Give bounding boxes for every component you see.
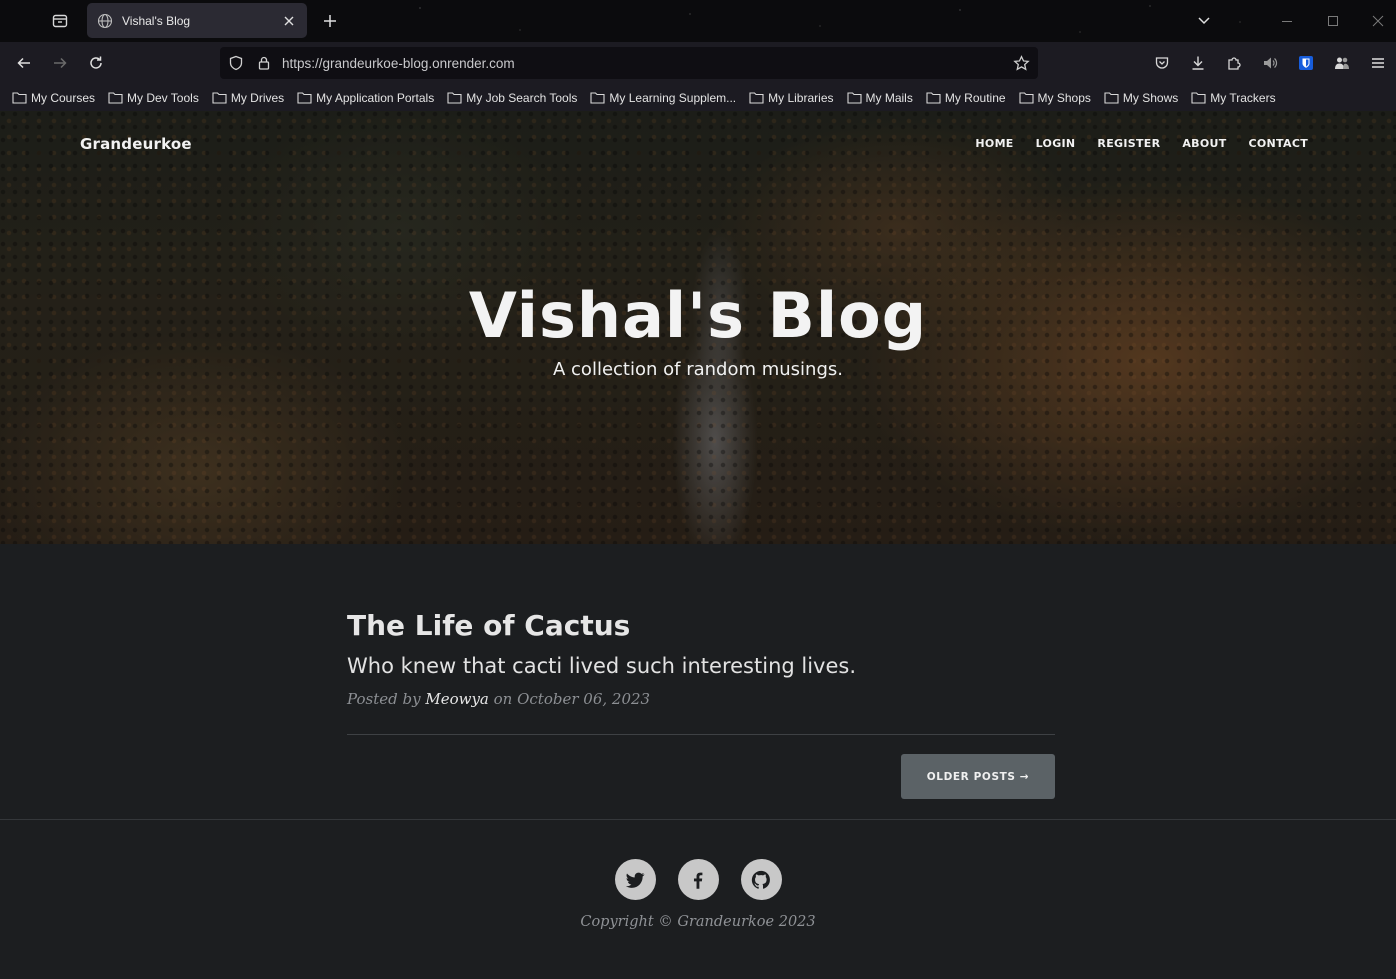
bookmark-label: My Learning Supplem... (609, 90, 737, 105)
bookmarks-bar: My Courses My Dev Tools My Drives My Applic… (0, 84, 1396, 111)
browser-toolbar: https://grandeurkoe-blog.onrender.com (0, 42, 1396, 84)
folder-icon (447, 92, 462, 104)
browser-tab-bar: Vishal's Blog (0, 0, 1396, 42)
github-icon[interactable] (740, 859, 782, 900)
bookmark-folder[interactable]: My Learning Supplem... (590, 91, 736, 105)
bookmark-folder[interactable]: My Courses (12, 91, 95, 105)
site-brand-link[interactable]: Grandeurkoe (80, 135, 192, 153)
older-posts-button[interactable]: OLDER POSTS → (901, 754, 1055, 799)
menu-icon[interactable] (1368, 53, 1388, 73)
bookmark-folder[interactable]: My Libraries (749, 90, 834, 105)
forward-icon[interactable] (50, 53, 70, 73)
back-icon[interactable] (14, 53, 34, 73)
nav-login[interactable]: LOGIN (1036, 137, 1076, 150)
window-close-icon[interactable] (1368, 11, 1388, 31)
post-meta: Posted by Meowya on October 06, 2023 (347, 690, 1055, 708)
new-tab-icon[interactable] (320, 11, 340, 31)
url-bar[interactable]: https://grandeurkoe-blog.onrender.com (220, 47, 1038, 79)
post-preview[interactable]: The Life of Cactus Who knew that cacti l… (347, 609, 1055, 708)
site-nav: HOME LOGIN REGISTER ABOUT CONTACT (953, 137, 1308, 150)
footer-copyright: Copyright © Grandeurkoe 2023 (580, 914, 816, 930)
post-subtitle[interactable]: Who knew that cacti lived such interesti… (347, 654, 1055, 678)
post-author-link[interactable]: Meowya (425, 690, 489, 708)
bookmark-folder[interactable]: My Routine (926, 91, 1006, 105)
star-icon[interactable] (1013, 55, 1030, 76)
hero-header: Grandeurkoe HOME LOGIN REGISTER ABOUT CO… (0, 111, 1396, 544)
folder-icon (846, 92, 862, 104)
bookmark-label: My Shows (1122, 90, 1179, 105)
nav-contact[interactable]: CONTACT (1249, 137, 1308, 150)
post-title[interactable]: The Life of Cactus (347, 609, 1055, 642)
bookmark-folder[interactable]: My Trackers (1191, 90, 1276, 105)
folder-icon (749, 92, 764, 104)
minimize-icon[interactable] (1277, 11, 1297, 31)
bookmark-label: My Trackers (1210, 90, 1276, 105)
bitwarden-icon[interactable] (1296, 53, 1316, 73)
folder-icon (108, 92, 123, 104)
bookmark-folder[interactable]: My Mails (846, 90, 913, 105)
hero-title: Vishal's Blog (468, 279, 928, 352)
social-links (0, 859, 1396, 900)
folder-icon (926, 92, 941, 104)
bookmark-label: My Routine (944, 90, 1006, 105)
globe-icon (97, 13, 113, 29)
tab-list-icon[interactable] (1194, 11, 1214, 31)
page-content: Grandeurkoe HOME LOGIN REGISTER ABOUT CO… (0, 111, 1396, 979)
bookmark-folder[interactable]: My Job Search Tools (447, 91, 577, 105)
footer-divider (0, 819, 1396, 820)
nav-about[interactable]: ABOUT (1182, 137, 1226, 150)
tab-overview-icon[interactable] (50, 11, 70, 31)
extensions-icon[interactable] (1224, 53, 1244, 73)
bookmark-folder[interactable]: My Application Portals (297, 91, 434, 105)
bookmark-label: My Mails (865, 90, 913, 105)
folder-icon (1104, 92, 1119, 104)
folder-icon (212, 92, 227, 104)
bookmark-folder[interactable]: My Drives (212, 91, 284, 105)
close-icon[interactable] (281, 13, 297, 29)
hero-subtitle: A collection of random musings. (553, 359, 843, 380)
twitter-icon[interactable] (614, 859, 656, 900)
bookmark-label: My Drives (230, 90, 285, 105)
bookmark-label: My Application Portals (316, 90, 435, 105)
account-icon[interactable] (1332, 53, 1352, 73)
folder-icon (590, 92, 605, 104)
bookmark-folder[interactable]: My Shows (1104, 91, 1178, 105)
folder-icon (12, 92, 27, 104)
lock-icon[interactable] (256, 55, 272, 75)
post-meta-prefix: Posted by (347, 690, 426, 708)
bookmark-label: My Courses (31, 90, 96, 105)
post-divider (347, 734, 1055, 735)
bookmark-label: My Dev Tools (127, 90, 199, 105)
reload-icon[interactable] (86, 53, 106, 73)
url-text[interactable]: https://grandeurkoe-blog.onrender.com (282, 56, 515, 71)
folder-icon (1018, 92, 1034, 104)
bookmark-label: My Libraries (768, 90, 834, 105)
nav-home[interactable]: HOME (975, 137, 1013, 150)
pocket-icon[interactable] (1152, 53, 1172, 73)
speaker-icon[interactable] (1260, 53, 1280, 73)
nav-register[interactable]: REGISTER (1097, 137, 1160, 150)
tab-title: Vishal's Blog (122, 13, 191, 28)
maximize-icon[interactable] (1323, 11, 1343, 31)
folder-icon (297, 92, 312, 104)
bookmark-folder[interactable]: My Shops (1018, 90, 1091, 105)
bookmark-label: My Job Search Tools (466, 90, 578, 105)
bookmark-folder[interactable]: My Dev Tools (108, 91, 199, 105)
shield-icon[interactable] (228, 55, 244, 75)
tab-vishals-blog[interactable]: Vishal's Blog (87, 3, 307, 38)
bookmark-label: My Shops (1037, 90, 1091, 105)
folder-icon (1191, 92, 1206, 104)
facebook-icon[interactable] (677, 859, 719, 900)
post-meta-date: on October 06, 2023 (488, 690, 651, 708)
download-icon[interactable] (1188, 53, 1208, 73)
